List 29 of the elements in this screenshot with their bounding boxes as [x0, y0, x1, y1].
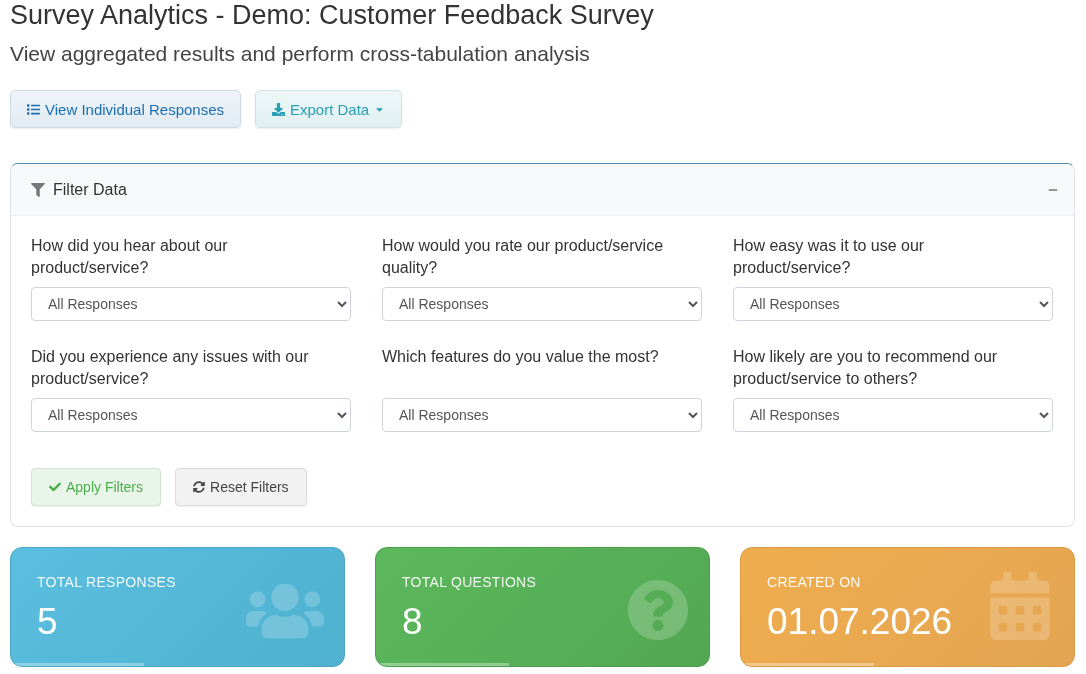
- question-icon: [627, 579, 689, 641]
- stat-value: 01.07.2026: [767, 601, 953, 643]
- check-icon: [49, 481, 61, 493]
- page-title: Survey Analytics - Demo: Customer Feedback Survey: [10, 0, 654, 30]
- list-icon: [27, 102, 40, 116]
- filter-label: Did you experience any issues with our product/service?: [31, 347, 310, 389]
- filter-select[interactable]: All Responses: [733, 287, 1053, 321]
- filter-label: How easy was it to use our product/service?: [733, 236, 926, 278]
- filter-label: How would you rate our product/service quality?: [382, 236, 665, 278]
- page-subtitle: View aggregated results and perform cross-tabulation analysis: [10, 41, 590, 67]
- stat-value: 8: [402, 601, 423, 643]
- stat-label: TOTAL RESPONSES: [37, 573, 176, 591]
- stat-value: 5: [37, 601, 58, 643]
- view-responses-button[interactable]: View Individual Responses: [10, 90, 241, 128]
- filter-label: How likely are you to recommend our product/service to others?: [733, 347, 999, 389]
- filter-select[interactable]: All Responses: [31, 398, 351, 432]
- stat-label: CREATED ON: [767, 573, 861, 591]
- filter-select[interactable]: All Responses: [382, 287, 702, 321]
- download-icon: [272, 102, 285, 116]
- panel-title: Filter Data: [53, 180, 127, 199]
- filter-icon: [31, 182, 45, 197]
- refresh-icon: [193, 481, 206, 493]
- filter-select[interactable]: All Responses: [31, 287, 351, 321]
- filter-select[interactable]: All Responses: [733, 398, 1053, 432]
- reset-filters-button[interactable]: Reset Filters: [175, 468, 307, 506]
- filter-label: How did you hear about our product/service?: [31, 236, 229, 278]
- filter-label: Which features do you value the most?: [382, 347, 660, 367]
- filter-select[interactable]: All Responses: [382, 398, 702, 432]
- stat-label: TOTAL QUESTIONS: [402, 573, 537, 591]
